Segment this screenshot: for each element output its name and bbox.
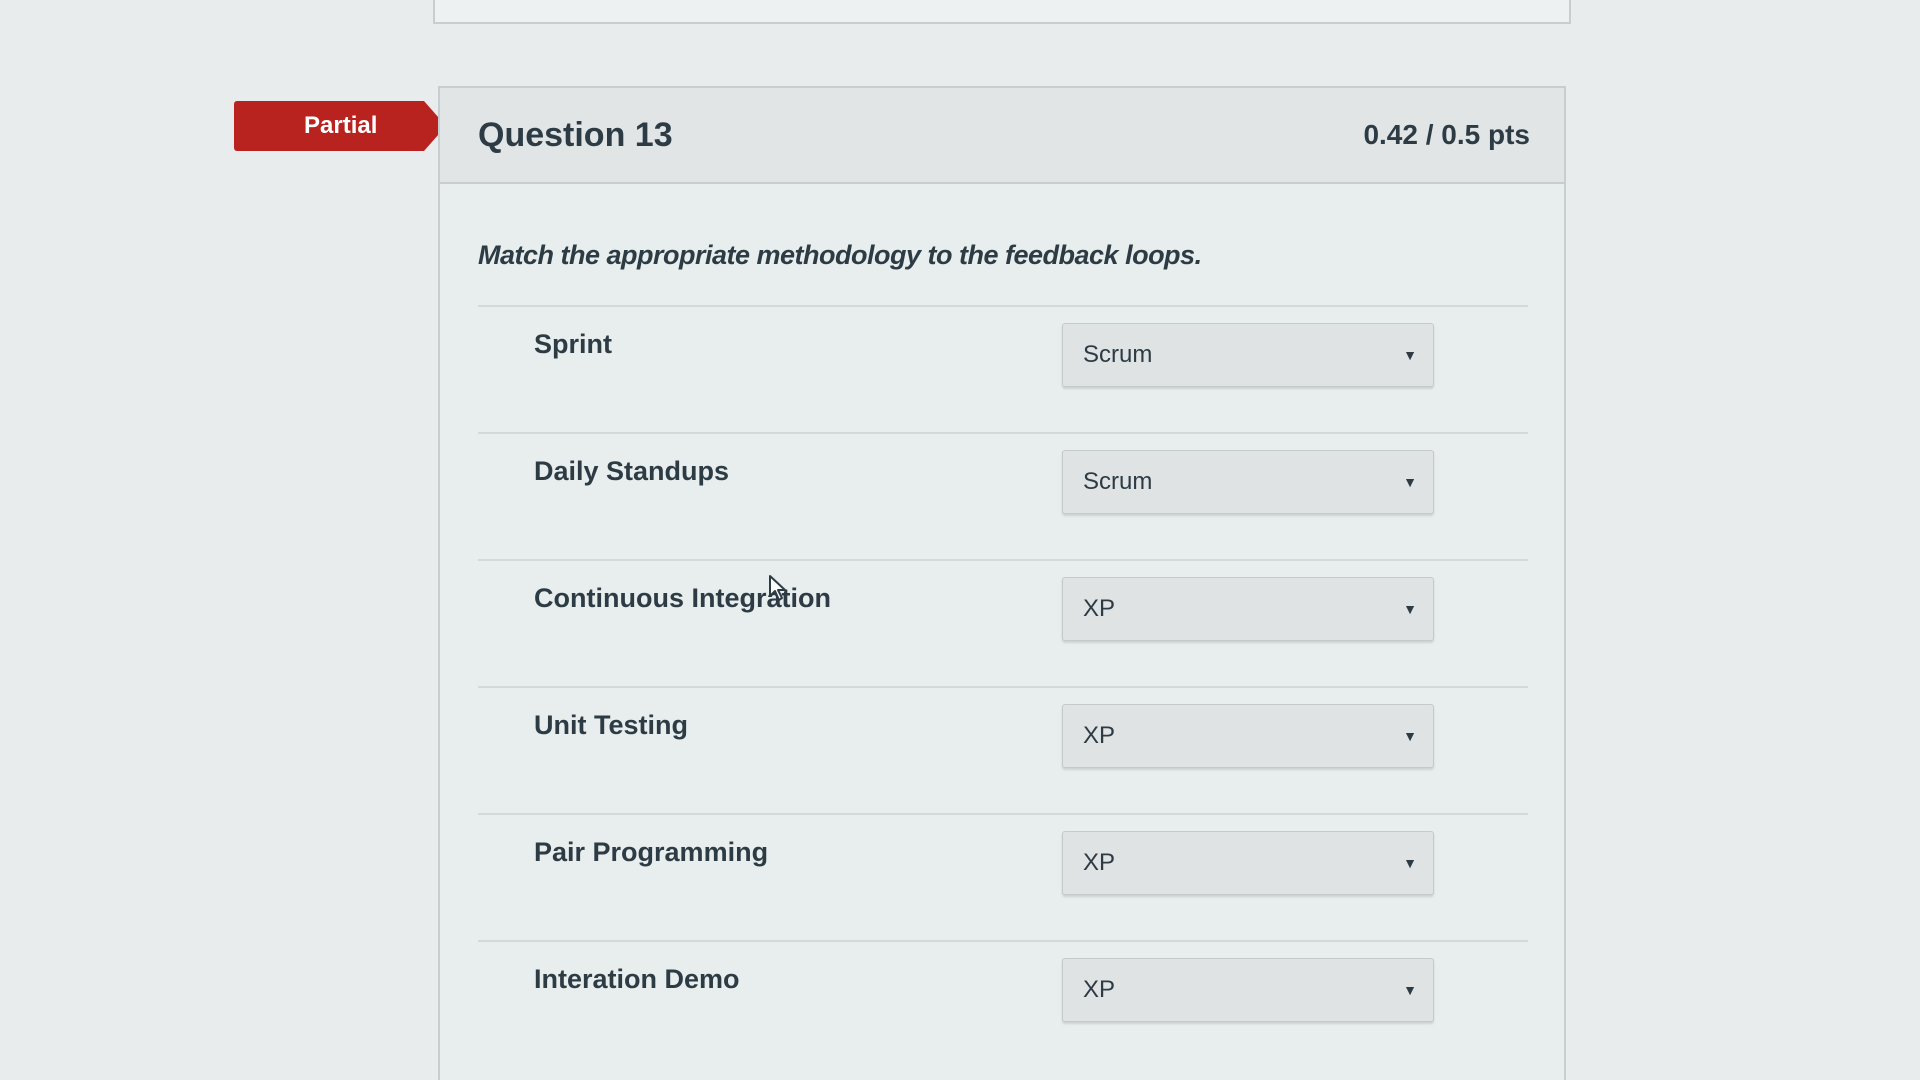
- match-label: Unit Testing: [534, 710, 688, 740]
- answer-select[interactable]: XP ▼: [1062, 958, 1434, 1022]
- question-header: Question 13 0.42 / 0.5 pts: [440, 88, 1564, 184]
- match-row: Unit Testing XP ▼: [478, 686, 1528, 813]
- answer-select[interactable]: Scrum ▼: [1062, 450, 1434, 514]
- answer-select[interactable]: Scrum ▼: [1062, 323, 1434, 387]
- match-row: Continuous Integration XP ▼: [478, 559, 1528, 686]
- partial-credit-badge: Partial: [234, 101, 446, 151]
- match-label: Pair Programming: [534, 837, 769, 867]
- match-label: Sprint: [534, 329, 612, 359]
- match-row: Pair Programming XP ▼: [478, 813, 1528, 940]
- select-value: XP: [1083, 976, 1116, 1003]
- chevron-down-icon: ▼: [1403, 855, 1417, 871]
- previous-question-card: [433, 0, 1571, 24]
- chevron-down-icon: ▼: [1403, 982, 1417, 998]
- select-value: XP: [1083, 722, 1116, 749]
- chevron-down-icon: ▼: [1403, 601, 1417, 617]
- question-body: Match the appropriate methodology to the…: [440, 184, 1564, 1067]
- match-row: Interation Demo XP ▼: [478, 940, 1528, 1067]
- chevron-down-icon: ▼: [1403, 474, 1417, 490]
- mouse-pointer-icon: [769, 575, 786, 601]
- select-value: XP: [1083, 595, 1116, 622]
- answer-select[interactable]: XP ▼: [1062, 577, 1434, 641]
- question-card: Question 13 0.42 / 0.5 pts Match the app…: [438, 86, 1566, 1080]
- chevron-down-icon: ▼: [1403, 347, 1417, 363]
- select-value: XP: [1083, 849, 1116, 876]
- question-prompt: Match the appropriate methodology to the…: [478, 240, 1202, 270]
- match-label: Daily Standups: [534, 456, 730, 486]
- badge-label: Partial: [304, 112, 378, 139]
- answer-select[interactable]: XP ▼: [1062, 704, 1434, 768]
- match-row: Daily Standups Scrum ▼: [478, 432, 1528, 559]
- answer-select[interactable]: XP ▼: [1062, 831, 1434, 895]
- select-value: Scrum: [1083, 341, 1153, 368]
- question-title: Question 13: [478, 115, 673, 154]
- select-value: Scrum: [1083, 468, 1153, 495]
- chevron-down-icon: ▼: [1403, 728, 1417, 744]
- match-label: Interation Demo: [534, 964, 740, 994]
- match-row: Sprint Scrum ▼: [478, 305, 1528, 432]
- question-points: 0.42 / 0.5 pts: [1363, 119, 1530, 150]
